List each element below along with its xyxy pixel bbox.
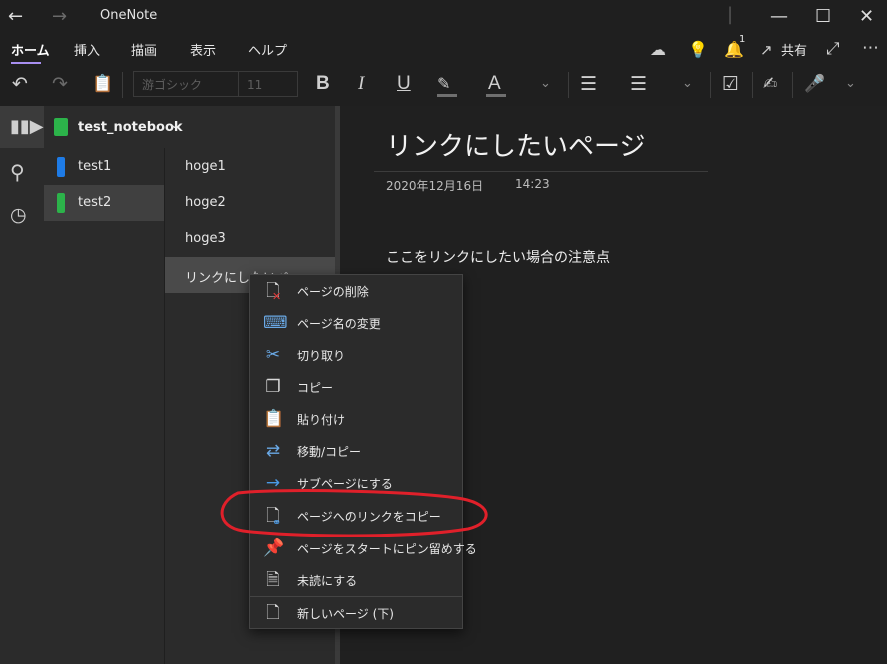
font-size-field[interactable]: 11	[238, 71, 298, 97]
chevron-down-icon[interactable]: ⌄	[169, 117, 180, 132]
tab-view[interactable]: 表示	[190, 40, 216, 59]
app-title: OneNote	[100, 8, 158, 23]
menu-item-cut[interactable]: ✂ 切り取り	[250, 339, 462, 371]
title-bar: ← → OneNote | — ☐ ✕	[0, 0, 887, 34]
share-button[interactable]: 共有	[781, 40, 807, 59]
new-page-icon: 🗋	[266, 603, 280, 623]
notebook-icon	[54, 118, 68, 136]
italic-icon[interactable]: I	[358, 72, 364, 96]
highlight-color-bar	[437, 94, 457, 97]
section-color-tab	[57, 157, 65, 177]
section-item-test2[interactable]: test2	[44, 185, 164, 221]
redo-icon[interactable]: ↷	[52, 72, 68, 96]
page-title[interactable]: リンクにしたいページ	[386, 126, 645, 163]
menu-item-paste[interactable]: 📋 貼り付け	[250, 403, 462, 435]
pin-icon: 📌	[263, 538, 285, 558]
font-color-icon[interactable]: A	[488, 72, 501, 96]
notebooks-icon[interactable]: ▮▮▶	[10, 116, 44, 137]
copy-icon: ❐	[265, 377, 281, 397]
scissors-icon: ✂	[265, 345, 281, 365]
page-body-text[interactable]: ここをリンクにしたい場合の注意点	[386, 247, 610, 267]
move-icon: ⇄	[265, 441, 281, 461]
menu-item-label: コピー	[297, 381, 334, 395]
microphone-icon[interactable]: 🎤	[804, 72, 825, 96]
delete-page-icon: 🗋 ✕	[266, 281, 282, 303]
menu-item-label: ページの削除	[297, 285, 369, 299]
titlebar-divider: |	[727, 4, 734, 25]
page-label: hoge1	[185, 159, 226, 174]
clipboard-icon[interactable]: 📋	[92, 72, 113, 96]
section-color-tab	[57, 193, 65, 213]
tab-help[interactable]: ヘルプ	[248, 40, 287, 59]
page-item-hoge2[interactable]: hoge2	[165, 185, 335, 221]
chevron-down-icon[interactable]: ⌄	[540, 72, 551, 96]
close-icon[interactable]: ✕	[859, 6, 874, 28]
forward-arrow-icon[interactable]: →	[52, 6, 67, 28]
annotation-ellipse	[220, 489, 488, 537]
menu-item-mark-unread[interactable]: 🗎 未読にする	[250, 564, 462, 596]
toolbar-separator	[752, 72, 753, 98]
chevron-down-icon[interactable]: ⌄	[845, 72, 856, 96]
section-label: test2	[78, 195, 112, 210]
page-item-hoge1[interactable]: hoge1	[165, 149, 335, 185]
page-time: 14:23	[515, 177, 550, 191]
font-color-bar	[486, 94, 506, 97]
notebook-name[interactable]: test_notebook	[78, 120, 183, 135]
unread-icon: 🗎	[266, 570, 280, 590]
toolbar-separator	[568, 72, 569, 98]
title-underline	[374, 171, 708, 172]
menu-item-copy[interactable]: ❐ コピー	[250, 371, 462, 403]
tab-draw[interactable]: 描画	[131, 40, 157, 59]
font-name-field[interactable]: 游ゴシック	[133, 71, 239, 97]
menu-item-label: 移動/コピー	[297, 445, 362, 459]
minimize-icon[interactable]: —	[770, 6, 788, 28]
highlighter-icon[interactable]: ✎	[437, 72, 450, 96]
tab-home[interactable]: ホーム	[11, 40, 50, 59]
section-item-test1[interactable]: test1	[44, 149, 164, 185]
menu-item-label: ページをスタートにピン留めする	[297, 542, 477, 556]
sections-list	[44, 148, 165, 664]
page-label: hoge2	[185, 195, 226, 210]
menu-item-label: 切り取り	[297, 349, 346, 363]
left-rail	[0, 106, 44, 664]
menu-item-move-copy[interactable]: ⇄ 移動/コピー	[250, 435, 462, 467]
page-date: 2020年12月16日	[386, 179, 484, 193]
menu-bar: ホーム 挿入 描画 表示 ヘルプ ☁ 💡 🔔 1 ↗ 共有 ⤢ ⋯	[0, 34, 887, 64]
bullet-list-icon[interactable]: ☰	[580, 72, 597, 96]
toolbar-separator	[792, 72, 793, 98]
menu-item-label: 新しいページ (下)	[297, 607, 394, 621]
ribbon-toolbar: ↶ ↷ 📋 游ゴシック 11 B I U ✎ A ⌄ ☰ ☰ ⌄ ☑ ✍ 🎤 ⌄	[0, 64, 887, 106]
lightbulb-icon[interactable]: 💡	[688, 38, 708, 62]
menu-item-rename-page[interactable]: ⌨ ページ名の変更	[250, 307, 462, 339]
todo-tag-icon[interactable]: ☑	[722, 72, 739, 96]
page-label: hoge3	[185, 231, 226, 246]
menu-item-delete-page[interactable]: 🗋 ✕ ページの削除	[250, 275, 462, 307]
maximize-icon[interactable]: ☐	[815, 6, 831, 28]
menu-item-label: 未読にする	[297, 574, 358, 588]
toolbar-separator	[710, 72, 711, 98]
spelling-icon[interactable]: ✍	[763, 72, 777, 96]
section-label: test1	[78, 159, 112, 174]
page-item-hoge3[interactable]: hoge3	[165, 221, 335, 257]
toolbar-separator	[122, 72, 123, 98]
menu-item-label: 貼り付け	[297, 413, 346, 427]
expand-icon[interactable]: ⤢	[826, 37, 840, 61]
numbered-list-icon[interactable]: ☰	[630, 72, 647, 96]
chevron-down-icon[interactable]: ⌄	[682, 72, 693, 96]
more-icon[interactable]: ⋯	[862, 36, 879, 60]
menu-item-new-page-below[interactable]: 🗋 新しいページ (下)	[250, 597, 462, 629]
underline-icon[interactable]: U	[397, 72, 411, 96]
paste-icon: 📋	[263, 409, 285, 429]
notification-count: 1	[739, 34, 746, 45]
search-icon[interactable]: ⚲	[10, 160, 25, 184]
rename-icon: ⌨	[263, 313, 288, 333]
tab-insert[interactable]: 挿入	[74, 40, 100, 59]
back-arrow-icon[interactable]: ←	[8, 6, 23, 28]
undo-icon[interactable]: ↶	[12, 72, 28, 96]
share-icon[interactable]: ↗	[760, 38, 773, 62]
recent-clock-icon[interactable]: ◷	[10, 204, 27, 226]
menu-item-label: ページ名の変更	[297, 317, 381, 331]
cloud-sync-icon[interactable]: ☁	[650, 38, 666, 62]
bold-icon[interactable]: B	[316, 72, 330, 96]
